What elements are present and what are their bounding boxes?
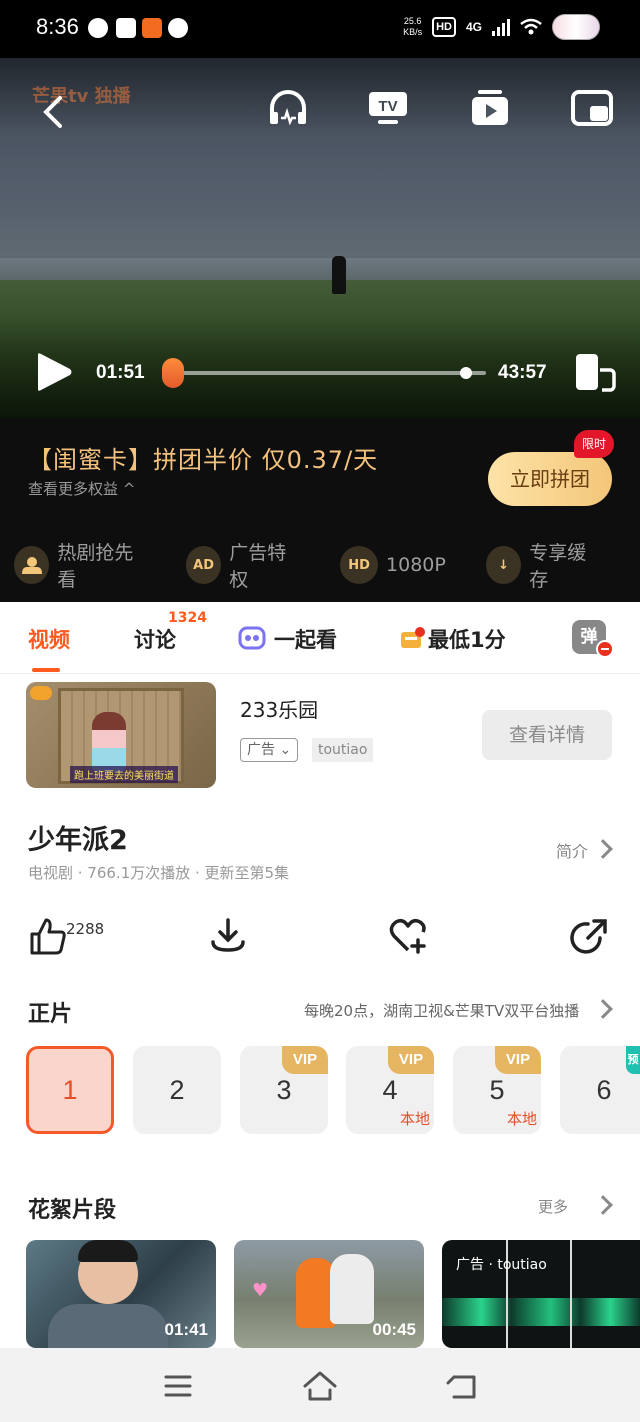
system-nav-bar bbox=[0, 1348, 640, 1422]
vip-badge: VIP bbox=[282, 1046, 328, 1074]
progress-handle[interactable] bbox=[162, 358, 184, 388]
danmu-off-icon bbox=[596, 640, 614, 658]
local-badge: 本地 bbox=[399, 1111, 430, 1128]
ad-source: toutiao bbox=[312, 738, 374, 762]
show-meta: 电视剧 · 766.1万次播放 · 更新至第5集 bbox=[28, 864, 290, 882]
audio-mode-icon[interactable] bbox=[266, 86, 310, 130]
local-badge: 本地 bbox=[506, 1111, 537, 1128]
intro-link[interactable]: 简介 bbox=[556, 838, 588, 862]
intro-chevron-icon bbox=[593, 839, 613, 859]
progress-track[interactable] bbox=[166, 371, 486, 375]
hd-icon: HD bbox=[340, 546, 379, 584]
ad-character bbox=[92, 712, 126, 772]
airing-schedule: 每晚20点，湖南卫视&芒果TV双平台独播 bbox=[304, 1002, 580, 1020]
ad-clip-thumbnail[interactable]: 广告 · toutiao bbox=[442, 1240, 640, 1348]
perk-hot-drama[interactable]: 热剧抢先看 bbox=[14, 538, 146, 592]
episode-item[interactable]: 2 bbox=[133, 1046, 221, 1134]
home-icon[interactable] bbox=[302, 1368, 338, 1404]
perk-download-cache[interactable]: ↓ 专享缓存 bbox=[485, 538, 600, 592]
watch-together-icon[interactable] bbox=[238, 626, 266, 652]
tab-lowest-price[interactable]: 最低1分 bbox=[428, 624, 506, 654]
vip-more-benefits[interactable]: 查看更多权益 ^ bbox=[28, 478, 135, 499]
episode-item[interactable]: 5 VIP 本地 bbox=[453, 1046, 541, 1134]
episode-item[interactable]: 1 bbox=[26, 1046, 114, 1134]
vip-promo-banner: 【闺蜜卡】拼团半价 仅0.37/天 查看更多权益 ^ 立即拼团 限时 热剧抢先看… bbox=[0, 418, 640, 602]
back-icon[interactable] bbox=[38, 94, 66, 130]
tab-discuss[interactable]: 讨论 bbox=[134, 624, 176, 654]
lowest-price-icon[interactable] bbox=[398, 626, 426, 652]
app-notification-icon bbox=[88, 18, 108, 38]
hot-drama-icon bbox=[14, 546, 50, 584]
back-nav-icon[interactable] bbox=[444, 1368, 480, 1404]
ad-app-logo-icon bbox=[30, 686, 52, 700]
video-player[interactable]: 芒果tv 独播 TV 01:51 43:57 bbox=[0, 58, 640, 418]
clips-section-title: 花絮片段 bbox=[28, 1198, 117, 1223]
group-buy-button[interactable]: 立即拼团 bbox=[488, 452, 612, 506]
ad-privilege-icon: AD bbox=[185, 546, 222, 584]
limited-time-badge: 限时 bbox=[574, 430, 614, 458]
picture-in-picture-icon[interactable] bbox=[570, 86, 614, 130]
episode-item[interactable]: 3 VIP bbox=[240, 1046, 328, 1134]
svg-text:TV: TV bbox=[378, 98, 397, 115]
total-time: 43:57 bbox=[498, 362, 547, 383]
ad-clip-label: 广告 · toutiao bbox=[456, 1257, 547, 1273]
clock: 8:36 bbox=[36, 14, 79, 39]
ad-label[interactable]: 广告 ⌄ bbox=[240, 738, 299, 762]
favorite-add-icon[interactable] bbox=[388, 916, 428, 956]
episodes-more-chevron-icon[interactable] bbox=[593, 999, 613, 1019]
mango-notification-icon bbox=[116, 18, 136, 38]
download-icon[interactable] bbox=[208, 916, 248, 956]
clips-more-chevron-icon[interactable] bbox=[593, 1195, 613, 1215]
chevron-down-icon: ⌄ bbox=[279, 742, 292, 758]
voice-notification-icon bbox=[168, 18, 188, 38]
video-figure bbox=[332, 256, 346, 294]
hd-voice-icon: HD bbox=[432, 17, 456, 37]
status-bar: 8:36 25.6 KB/s HD 4G bbox=[0, 0, 640, 58]
content-tabs: 视频 讨论 1324 一起看 最低1分 弹 bbox=[0, 602, 640, 674]
perk-ad-privilege[interactable]: AD 广告特权 bbox=[185, 538, 300, 592]
ad-thumbnail-caption: 跑上班要去的美丽街道 bbox=[70, 766, 178, 783]
mango-tv-notification-icon bbox=[142, 18, 162, 38]
small-window-icon[interactable] bbox=[468, 86, 512, 130]
user-avatar[interactable] bbox=[552, 14, 600, 40]
ad-title[interactable]: 233乐园 bbox=[240, 694, 318, 723]
clip-duration: 00:45 bbox=[372, 1320, 416, 1339]
ad-view-details-button[interactable]: 查看详情 bbox=[482, 710, 612, 760]
ad-thumbnail[interactable]: 跑上班要去的美丽街道 bbox=[26, 682, 216, 788]
clip-thumbnail[interactable]: 01:41 bbox=[26, 1240, 216, 1348]
show-title: 少年派2 bbox=[28, 825, 128, 856]
like-icon[interactable] bbox=[28, 916, 68, 956]
wifi-icon bbox=[520, 18, 542, 35]
tab-active-indicator bbox=[32, 668, 60, 672]
tab-watch-together[interactable]: 一起看 bbox=[274, 624, 337, 654]
episodes-section-title: 正片 bbox=[28, 1002, 73, 1027]
fullscreen-rotate-icon[interactable] bbox=[572, 352, 616, 394]
vip-perks: 热剧抢先看 AD 广告特权 HD 1080P ↓ 专享缓存 bbox=[14, 538, 640, 592]
episode-item[interactable]: 4 VIP 本地 bbox=[346, 1046, 434, 1134]
network-speed: 25.6 KB/s bbox=[403, 16, 423, 37]
vip-badge: VIP bbox=[388, 1046, 434, 1074]
share-icon[interactable] bbox=[570, 916, 610, 956]
clip-thumbnail[interactable]: ♥ 00:45 bbox=[234, 1240, 424, 1348]
network-type: 4G bbox=[465, 20, 482, 34]
menu-icon[interactable] bbox=[160, 1368, 196, 1404]
clip-duration: 01:41 bbox=[164, 1320, 208, 1339]
clips-more-link[interactable]: 更多 bbox=[538, 1196, 568, 1217]
like-count: 2288 bbox=[66, 920, 105, 938]
download-cache-icon: ↓ bbox=[485, 546, 522, 584]
progress-end-marker bbox=[460, 367, 472, 379]
tv-cast-icon[interactable]: TV bbox=[366, 86, 410, 130]
play-icon[interactable] bbox=[30, 350, 74, 394]
perk-1080p[interactable]: HD 1080P bbox=[340, 538, 446, 592]
discuss-count: 1324 bbox=[168, 610, 207, 626]
vip-badge: VIP bbox=[495, 1046, 541, 1074]
preview-badge: 预 bbox=[626, 1046, 640, 1074]
tab-video[interactable]: 视频 bbox=[28, 624, 70, 654]
vip-promo-title: 【闺蜜卡】拼团半价 仅0.37/天 bbox=[28, 446, 379, 474]
heart-sticker-icon: ♥ bbox=[252, 1280, 269, 1301]
episode-item[interactable]: 6预 bbox=[560, 1046, 640, 1134]
current-time: 01:51 bbox=[96, 362, 145, 383]
signal-icon bbox=[492, 18, 510, 36]
